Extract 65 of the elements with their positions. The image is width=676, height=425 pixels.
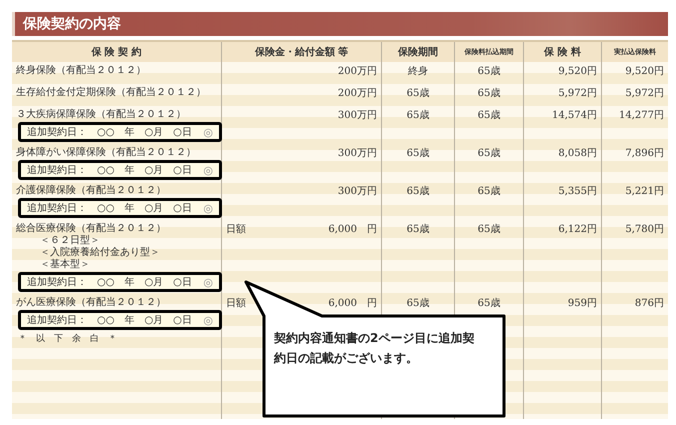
benefit-amount: 200万円 [338, 65, 377, 78]
amount-prefix: 日額 [226, 223, 246, 236]
policy-type: ＜基本型＞ [39, 259, 91, 271]
premium: 6,122円 [557, 223, 597, 236]
addendum-date: ○○ 年 ○月 ○日 [97, 314, 192, 327]
amount-prefix: 日額 [226, 297, 246, 310]
coverage-period: 65歳 [406, 297, 430, 310]
actual-premium: 5,221円 [624, 185, 664, 198]
payment-period: 65歳 [476, 147, 502, 160]
addendum-date: ○○ 年 ○月 ○日 [97, 164, 192, 177]
benefit-amount: 200万円 [338, 87, 377, 100]
actual-premium: 14,277円 [618, 109, 664, 122]
premium: 5,355円 [557, 185, 597, 198]
premium: 9,520円 [557, 65, 597, 78]
benefit-amount: 6,000 円 [328, 223, 377, 236]
addendum-label: 追加契約日： [27, 164, 87, 177]
addendum-label: 追加契約日： [27, 202, 87, 215]
actual-premium: 5,780円 [624, 223, 664, 236]
policy-name: がん医療保険（有配当２０１２） [16, 297, 167, 309]
payment-period: 65歳 [476, 109, 502, 122]
benefit-amount: 300万円 [338, 147, 377, 160]
benefit-amount: 6,000 円 [328, 297, 377, 310]
coverage-period: 65歳 [406, 185, 430, 198]
addendum-date: ○○ 年 ○月 ○日 [97, 126, 192, 139]
actual-premium: 7,896円 [624, 147, 664, 160]
actual-premium: 9,520円 [624, 65, 664, 78]
addendum-label: 追加契約日： [27, 314, 87, 327]
policy-type: ＜６２日型＞ [39, 235, 101, 246]
addendum-label: 追加契約日： [27, 276, 87, 289]
callout-text: 契約内容通知書の2ページ目に追加契約日の記載がございます。 [274, 330, 476, 367]
mark-symbol: ◎ [203, 126, 213, 138]
addendum-date: ○○ 年 ○月 ○日 [97, 276, 192, 289]
policy-name: ３大疾病保障保険（有配当２０１２） [16, 109, 187, 121]
actual-premium: 876円 [634, 297, 664, 310]
benefit-amount: 300万円 [338, 109, 377, 122]
payment-period: 65歳 [476, 87, 502, 100]
coverage-period: 65歳 [406, 109, 430, 122]
policy-name: 生存給付金付定期保険（有配当２０１２） [16, 87, 207, 99]
mark-symbol: ◎ [203, 314, 213, 326]
benefit-amount: 300万円 [338, 185, 377, 198]
policy-name: 総合医療保険（有配当２０１２） [16, 223, 167, 234]
payment-period: 65歳 [476, 65, 502, 78]
section-title: 保険契約の内容 [23, 15, 121, 33]
payment-period: 65歳 [476, 297, 502, 310]
actual-premium: 5,972円 [624, 87, 664, 100]
payment-period: 65歳 [476, 185, 502, 198]
premium: 14,574円 [551, 109, 597, 122]
coverage-period: 65歳 [406, 147, 430, 160]
premium: 8,058円 [557, 147, 597, 160]
coverage-period: 65歳 [406, 223, 430, 236]
payment-period: 65歳 [476, 223, 502, 236]
premium: 959円 [566, 297, 597, 310]
policy-name: 終身保険（有配当２０１２） [16, 65, 147, 77]
end-note: ＊ 以 下 余 白 ＊ [17, 332, 118, 346]
mark-symbol: ◎ [203, 276, 213, 288]
premium: 5,972円 [557, 87, 597, 100]
policy-name: 介護保障保険（有配当２０１２） [16, 185, 167, 197]
mark-symbol: ◎ [203, 164, 213, 176]
addendum-date: ○○ 年 ○月 ○日 [97, 202, 192, 215]
policy-type: ＜入院療養給付金あり型＞ [39, 247, 161, 258]
coverage-period: 65歳 [406, 87, 430, 100]
addendum-label: 追加契約日： [27, 126, 87, 139]
policy-name: 身体障がい保障保険（有配当２０１２） [16, 147, 197, 159]
mark-symbol: ◎ [203, 202, 213, 214]
coverage-period: 終身 [407, 65, 429, 78]
